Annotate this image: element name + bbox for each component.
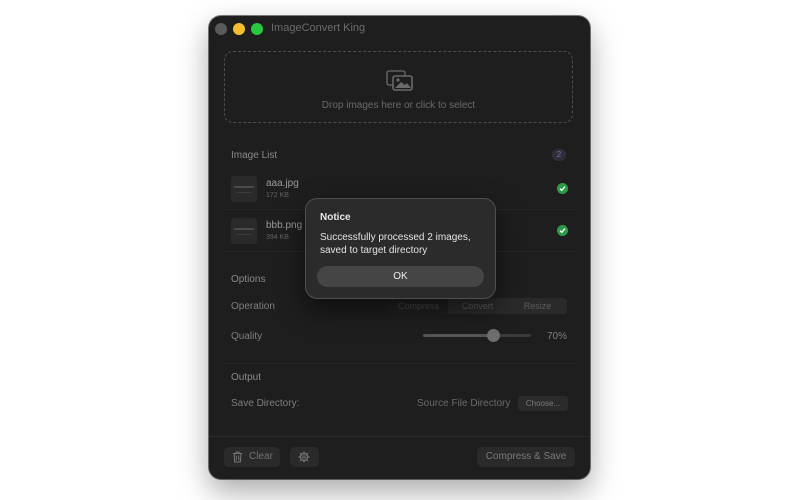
output-title: Output [231,372,262,383]
compress-and-save-button[interactable]: Compress & Save [477,447,575,467]
image-thumbnail [231,176,257,202]
operation-convert-option[interactable]: Convert [448,298,507,314]
gear-icon [298,451,310,463]
drop-zone-text: Drop images here or click to select [321,100,476,111]
ok-button[interactable]: OK [317,266,484,287]
clear-button-label: Clear [249,451,273,462]
image-count-badge: 2 [552,149,566,161]
checkmark-icon [557,225,568,236]
photos-icon [385,67,415,98]
trash-icon [232,451,243,471]
file-size: 172 KB [266,192,289,199]
section-divider [224,363,575,364]
file-size: 394 KB [266,234,289,241]
drop-zone[interactable]: Drop images here or click to select [224,51,573,123]
window-title: ImageConvert King [271,22,366,34]
save-directory-label: Save Directory: [231,398,300,409]
minimize-window-button[interactable] [233,23,245,35]
dialog-message: Successfully processed 2 images, saved t… [320,232,471,256]
choose-directory-button[interactable]: Choose... [518,396,568,411]
quality-slider-thumb[interactable] [487,329,500,342]
operation-selector: Compress Convert Resize [389,298,567,314]
clear-button[interactable]: Clear [224,447,280,467]
image-list-title: Image List [231,150,278,161]
image-thumbnail [231,218,257,244]
quality-slider-track[interactable] [423,334,531,337]
file-name: aaa.jpg [266,178,299,189]
operation-compress-option[interactable]: Compress [389,298,448,314]
operation-label: Operation [231,301,275,312]
settings-button[interactable] [290,447,319,467]
file-name: bbb.png [266,220,303,231]
save-directory-value: Source File Directory [417,398,511,409]
options-title: Options [231,274,266,285]
quality-value: 70% [547,331,568,342]
notice-dialog: Notice Successfully processed 2 images, … [305,198,496,299]
title-bar: ImageConvert King [209,16,590,42]
checkmark-icon [557,183,568,194]
operation-resize-option[interactable]: Resize [508,298,567,314]
quality-label: Quality [231,331,263,342]
maximize-window-button[interactable] [251,23,263,35]
dialog-title: Notice [320,212,351,223]
footer-divider [209,436,590,437]
close-window-button[interactable] [215,23,227,35]
